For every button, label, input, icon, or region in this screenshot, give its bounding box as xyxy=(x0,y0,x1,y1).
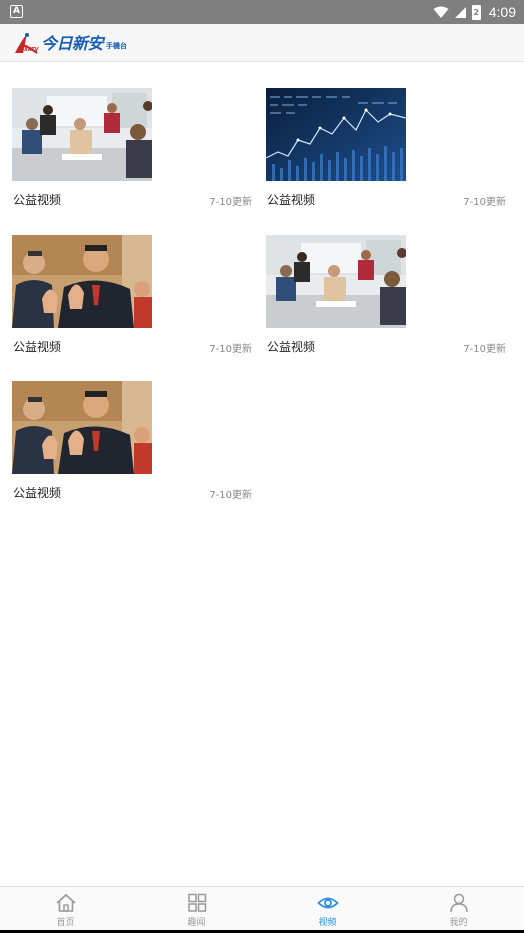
video-updated: 7-10更新 xyxy=(209,344,252,355)
eye-icon xyxy=(317,897,339,909)
tab-profile[interactable]: 我的 xyxy=(393,887,524,931)
wifi-icon xyxy=(433,6,449,18)
battery-icon: 2 xyxy=(471,4,481,20)
person-icon xyxy=(450,893,468,913)
logo-mark-icon: XATV xyxy=(13,31,41,57)
video-card[interactable]: 公益视频 7-10更新 xyxy=(266,88,506,218)
video-thumbnail[interactable] xyxy=(266,235,406,328)
app-header: XATV 今日新安 手機台 xyxy=(0,24,524,62)
logo-tv-text: XATV xyxy=(24,47,39,53)
video-title: 公益视频 xyxy=(13,340,62,354)
tab-home[interactable]: 首页 xyxy=(0,887,131,931)
video-card[interactable]: 公益视频 7-10更新 xyxy=(266,235,506,365)
video-title: 公益视频 xyxy=(267,193,316,207)
tab-label: 视频 xyxy=(318,918,337,928)
video-thumbnail[interactable] xyxy=(12,88,152,181)
video-title: 公益视频 xyxy=(13,193,62,207)
tab-label: 趣闻 xyxy=(187,918,206,928)
tab-label: 首页 xyxy=(56,918,75,928)
video-card[interactable]: 公益视频 7-10更新 xyxy=(12,381,252,511)
video-updated: 7-10更新 xyxy=(463,344,506,355)
video-thumbnail[interactable] xyxy=(12,235,152,328)
video-updated: 7-10更新 xyxy=(209,490,252,501)
status-time: 4:09 xyxy=(488,4,516,20)
tab-video[interactable]: 视频 xyxy=(262,887,393,931)
video-card[interactable]: 公益视频 7-10更新 xyxy=(12,88,252,218)
signal-icon xyxy=(454,6,466,18)
video-updated: 7-10更新 xyxy=(209,197,252,208)
tab-label: 我的 xyxy=(449,918,468,928)
grid-icon xyxy=(188,893,207,912)
app-notification-icon: A xyxy=(10,5,23,18)
logo-title: 今日新安 xyxy=(41,34,104,53)
video-thumbnail[interactable] xyxy=(12,381,152,474)
video-thumbnail[interactable] xyxy=(266,88,406,181)
status-bar: A 2 4:09 xyxy=(0,0,524,24)
video-card[interactable]: 公益视频 7-10更新 xyxy=(12,235,252,365)
logo-subtitle: 手機台 xyxy=(106,42,128,50)
video-updated: 7-10更新 xyxy=(463,197,506,208)
video-title: 公益视频 xyxy=(267,340,316,354)
home-icon xyxy=(56,893,76,912)
tab-news[interactable]: 趣闻 xyxy=(131,887,262,931)
app-logo[interactable]: XATV 今日新安 手機台 xyxy=(13,29,127,57)
video-title: 公益视频 xyxy=(13,486,62,500)
bottom-tab-bar: 首页 趣闻 视频 我的 xyxy=(0,886,524,931)
